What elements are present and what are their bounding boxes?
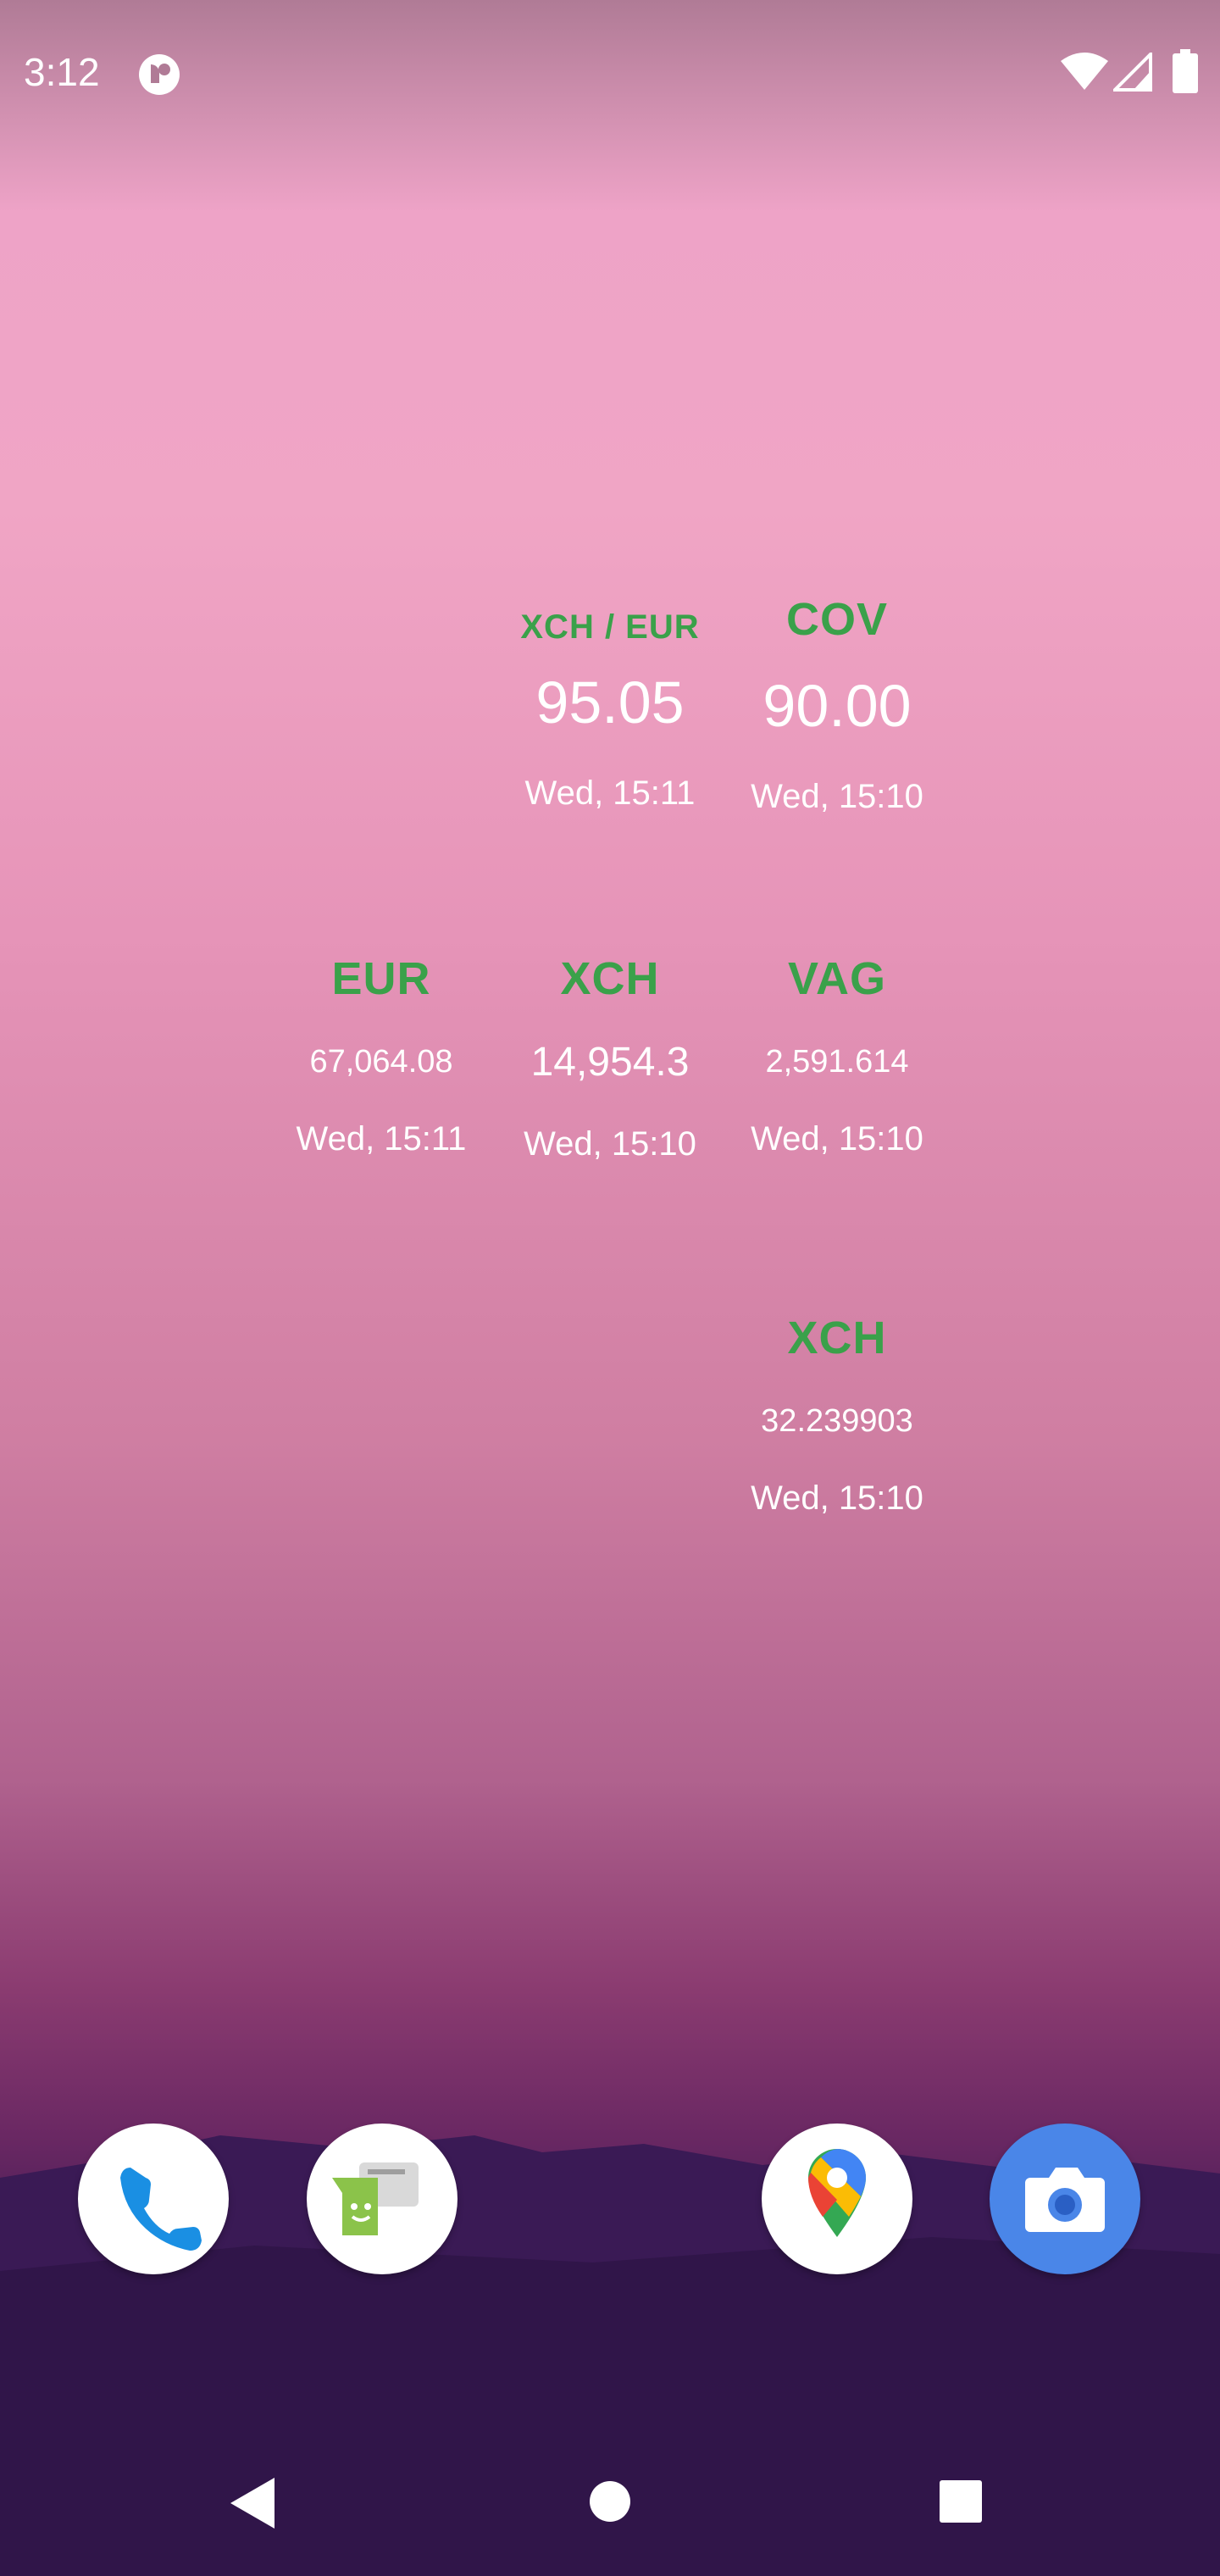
maps-app-button[interactable]	[762, 2124, 912, 2274]
ticker-label: XCH	[787, 1313, 887, 1363]
price-value: 32.239903	[761, 1403, 913, 1439]
home-icon[interactable]	[588, 2479, 632, 2523]
ticker-label: VAG	[787, 953, 886, 1004]
status-time: 3:12	[24, 50, 100, 94]
battery-icon	[1173, 49, 1198, 93]
timestamp: Wed, 15:10	[524, 1125, 696, 1163]
timestamp: Wed, 15:10	[751, 778, 923, 815]
timestamp: Wed, 15:11	[296, 1120, 467, 1158]
timestamp: Wed, 15:10	[751, 1120, 923, 1158]
price-value: 14,954.3	[530, 1040, 690, 1085]
recents-icon[interactable]	[939, 2479, 983, 2523]
cell-signal-icon	[1113, 53, 1152, 92]
timestamp: Wed, 15:10	[751, 1480, 923, 1517]
messaging-app-button[interactable]	[307, 2124, 458, 2274]
widget-xch[interactable]: XCH 14,954.3 Wed, 15:10	[500, 956, 720, 1161]
widget-xch-2[interactable]: XCH 32.239903 Wed, 15:10	[727, 1315, 947, 1515]
maps-icon	[808, 2149, 866, 2237]
widget-vag[interactable]: VAG 2,591.614 Wed, 15:10	[727, 956, 947, 1156]
widget-eur[interactable]: EUR 67,064.08 Wed, 15:11	[271, 956, 491, 1156]
price-value: 2,591.614	[765, 1044, 909, 1080]
timestamp: Wed, 15:11	[524, 774, 696, 812]
ticker-label: XCH	[560, 953, 660, 1004]
camera-app-button[interactable]	[990, 2124, 1140, 2274]
phone-app-button[interactable]	[78, 2124, 229, 2274]
app-notification-icon	[139, 54, 180, 95]
ticker-label: EUR	[331, 953, 431, 1004]
messaging-icon	[332, 2162, 419, 2235]
price-value: 90.00	[762, 673, 912, 739]
navigation-bar	[0, 2440, 1220, 2576]
widget-pair-xch-eur[interactable]: XCH / EUR 95.05 Wed, 15:11	[500, 602, 720, 810]
ticker-label: COV	[785, 594, 889, 645]
ticker-label: XCH / EUR	[520, 608, 700, 646]
widget-cov[interactable]: COV 90.00 Wed, 15:10	[727, 597, 947, 813]
price-value: 67,064.08	[309, 1044, 453, 1080]
camera-icon	[1025, 2168, 1105, 2232]
back-icon[interactable]	[229, 2476, 276, 2530]
price-value: 95.05	[535, 669, 685, 736]
wifi-icon	[1061, 53, 1108, 90]
status-bar: 3:12	[0, 0, 1220, 144]
phone-icon	[120, 2168, 202, 2251]
